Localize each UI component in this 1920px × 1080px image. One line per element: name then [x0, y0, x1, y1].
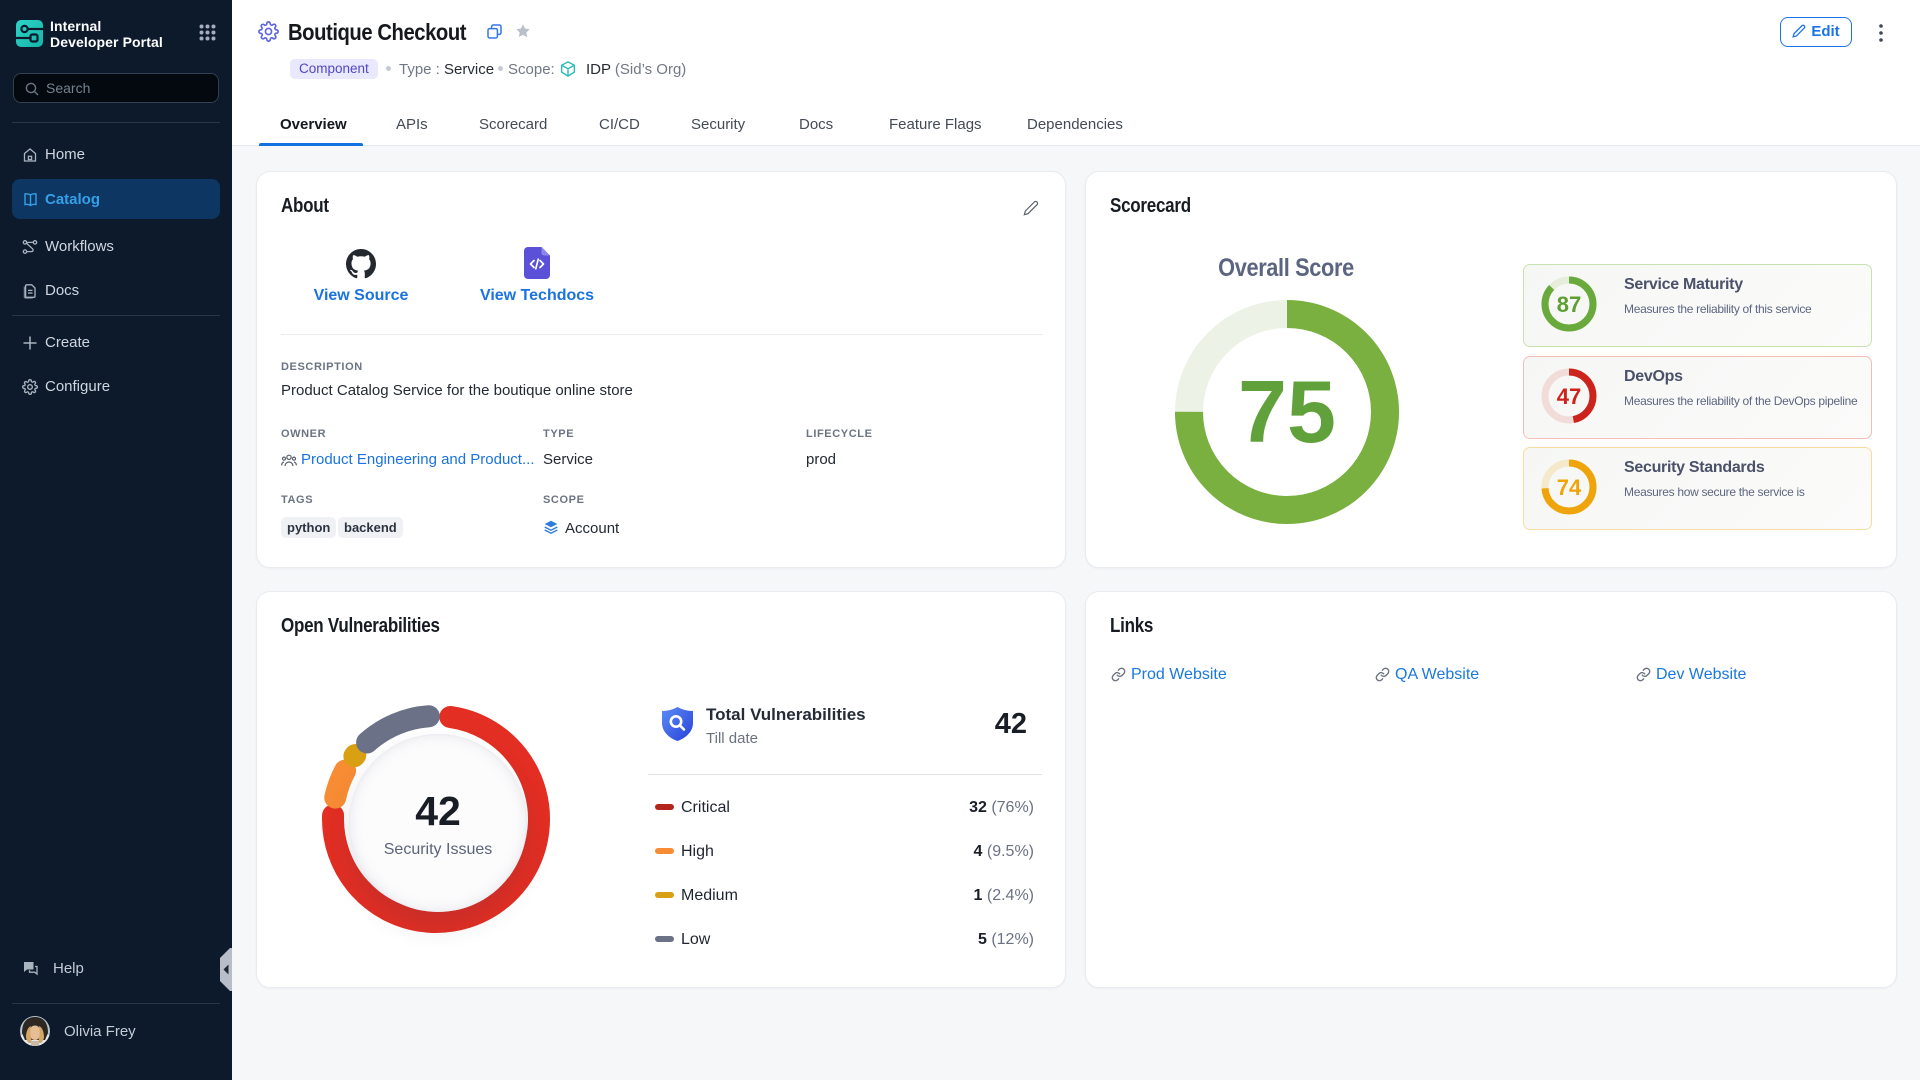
svg-text:74: 74: [1557, 475, 1582, 500]
svg-text:47: 47: [1557, 384, 1581, 409]
svg-text:87: 87: [1557, 292, 1581, 317]
